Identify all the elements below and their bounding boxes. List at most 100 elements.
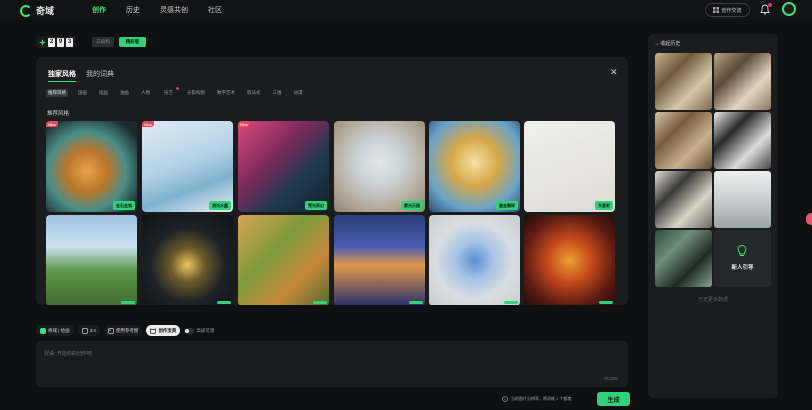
history-empty-text: 已无更多数据 [697, 297, 728, 303]
counter-digit: 2 [48, 37, 55, 47]
advanced-toggle-label: 高级可调 [196, 327, 215, 333]
history-thumbnail[interactable] [655, 112, 712, 169]
style-tag: 雾光乐园 [401, 201, 423, 210]
avatar[interactable] [782, 2, 796, 16]
logo-icon [20, 4, 32, 17]
close-icon[interactable]: ✕ [610, 67, 618, 78]
style-card[interactable] [46, 215, 137, 305]
image-icon [108, 327, 114, 334]
style-card[interactable]: 东瓷彩 [524, 121, 615, 212]
category-tabs: 推荐风格 国画 插画 油画 人物 技艺 光影构图 数字艺术 取法式 三维 动漫 [46, 87, 305, 97]
history-thumbnail[interactable] [714, 112, 771, 169]
style-tag [121, 301, 135, 304]
style-card[interactable]: 鎏金雕琢 [429, 121, 520, 212]
main-nav: 创作 历史 灵感共创 社区 [92, 5, 222, 15]
category-item[interactable]: 人物 [139, 89, 152, 97]
new-user-guide-label: 新人引导 [731, 265, 754, 271]
style-card[interactable]: New 流光水墨 [142, 121, 233, 212]
generate-button[interactable]: 生成 [597, 392, 630, 406]
new-dot [176, 87, 179, 90]
tab-my-dictionary[interactable]: 我的词典 [86, 69, 114, 82]
style-card[interactable] [429, 215, 520, 305]
cost-hint: 当前图片分辨率，将消耗 1 个额度 [502, 396, 571, 402]
style-tag: 鎏金雕琢 [496, 201, 518, 210]
reference-image-button[interactable]: 使用参考图 [103, 325, 143, 336]
creation-exchange-button[interactable]: 创作交流 [705, 3, 750, 17]
credit-counter: 2 9 3 [36, 36, 76, 48]
style-tag: 流光水墨 [209, 201, 231, 210]
grid-icon [713, 7, 720, 13]
style-tag: 金石金箔 [113, 201, 135, 210]
input-toolbar: 奇域 | 绘画 3:4 使用参考图 创作宝典 高级可调 [36, 325, 214, 336]
character-count: 0/1000 [604, 376, 618, 381]
info-icon [502, 396, 508, 402]
style-panel: 独家风格 我的词典 ✕ 推荐风格 国画 插画 油画 人物 技艺 光影构图 数字艺… [36, 57, 628, 305]
history-thumbnail[interactable] [714, 53, 771, 110]
nav-item-inspiration[interactable]: 灵感共创 [160, 5, 188, 15]
feedback-handle[interactable] [806, 213, 812, 225]
style-card[interactable]: 雾光乐园 [334, 121, 425, 212]
category-item[interactable]: 数字艺术 [215, 89, 237, 97]
category-item[interactable]: 技艺 [160, 87, 179, 97]
model-selector[interactable]: 奇域 | 绘画 [36, 325, 74, 336]
new-badge: New [46, 121, 59, 127]
cost-hint-text: 当前图片分辨率，将消耗 1 个额度 [511, 396, 572, 401]
category-item[interactable]: 光影构图 [185, 89, 207, 97]
nav-item-history[interactable]: 历史 [126, 5, 140, 15]
tab-exclusive-style[interactable]: 独家风格 [48, 69, 76, 82]
new-user-guide-button[interactable]: 新人引导 [714, 230, 771, 287]
book-icon [150, 328, 157, 334]
nav-item-create[interactable]: 创作 [92, 5, 106, 15]
history-thumbnail[interactable] [655, 53, 712, 110]
mode-button-primary[interactable]: 精彩版 [119, 37, 146, 47]
history-thumbnail[interactable] [714, 171, 771, 228]
model-label: 奇域 | 绘画 [48, 327, 70, 333]
style-tag [504, 301, 518, 304]
style-card[interactable]: New 金石金箔 [46, 121, 137, 212]
advanced-toggle[interactable]: 高级可调 [184, 327, 215, 334]
category-item[interactable]: 取法式 [245, 89, 263, 97]
history-thumbnail[interactable] [655, 230, 712, 287]
category-item[interactable]: 动漫 [292, 89, 305, 97]
history-panel: → 收起历史 新人引导 已无更多数据 [648, 34, 778, 398]
counter-digit: 3 [66, 37, 73, 47]
style-card[interactable]: New 霓光奇幻 [238, 121, 329, 212]
category-item[interactable]: 油画 [118, 89, 131, 97]
style-book-button[interactable]: 创作宝典 [146, 325, 181, 336]
style-tag: 霓光奇幻 [305, 201, 327, 210]
app-name: 奇域 [36, 6, 55, 16]
style-card[interactable] [524, 215, 615, 305]
category-item[interactable]: 国画 [76, 89, 89, 97]
history-collapse-button[interactable]: → 收起历史 [654, 40, 680, 47]
ratio-label: 3:4 [89, 328, 96, 333]
style-tag [599, 301, 613, 304]
spark-icon [39, 38, 46, 46]
logo[interactable]: 奇域 [20, 4, 54, 17]
style-tag [313, 301, 327, 304]
lightbulb-icon [737, 245, 747, 256]
toggle-switch[interactable] [184, 327, 195, 334]
category-recommended[interactable]: 推荐风格 [46, 89, 68, 97]
style-card[interactable] [238, 215, 329, 305]
panel-tabs: 独家风格 我的词典 [48, 69, 114, 82]
style-tag: 东瓷彩 [595, 201, 613, 210]
category-item[interactable]: 三维 [271, 89, 284, 97]
mode-button-secondary[interactable]: 三段构 [92, 37, 114, 47]
new-badge: New [142, 121, 155, 127]
prompt-input[interactable]: 咒语: 开始你的创作吧 0/1000 [36, 341, 628, 387]
ratio-icon [81, 327, 88, 334]
style-card[interactable] [142, 215, 233, 305]
model-icon [40, 327, 46, 334]
ratio-selector[interactable]: 3:4 [77, 325, 100, 336]
category-item[interactable]: 插画 [97, 89, 110, 97]
history-thumbnail[interactable] [655, 171, 712, 228]
category-label: 技艺 [164, 90, 173, 95]
creation-exchange-label: 创作交流 [721, 7, 742, 14]
prompt-placeholder: 咒语: 开始你的创作吧 [44, 351, 92, 357]
style-card[interactable] [334, 215, 425, 305]
style-book-label: 创作宝典 [158, 327, 177, 333]
section-title: 推荐风格 [47, 111, 70, 117]
nav-item-community[interactable]: 社区 [208, 5, 222, 15]
top-bar: 奇域 创作 历史 灵感共创 社区 创作交流 [0, 0, 812, 20]
style-tag [217, 301, 231, 304]
